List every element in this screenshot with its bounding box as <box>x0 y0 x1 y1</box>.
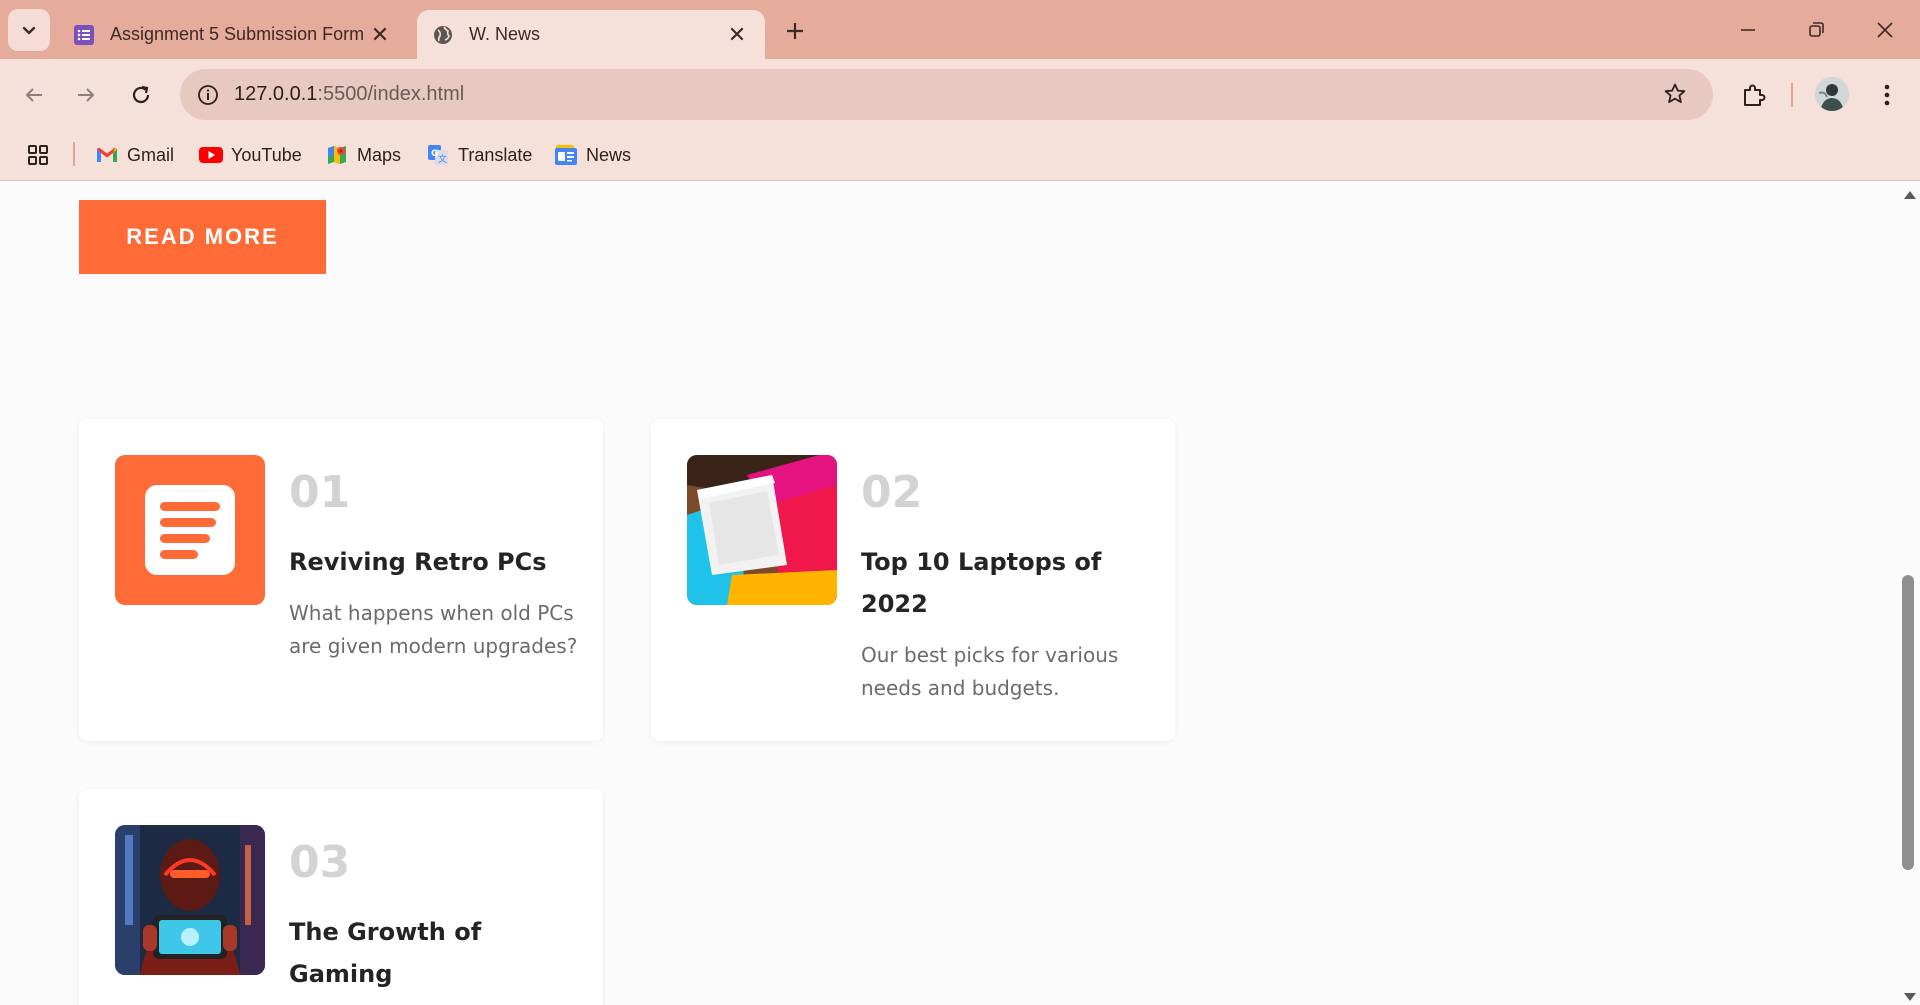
card-title[interactable]: The Growth of Gaming <box>289 911 579 995</box>
tab-strip: Assignment 5 Submission Form ✕ W. News ✕ <box>0 0 1920 59</box>
gaming-photo <box>115 825 265 975</box>
puzzle-icon <box>1744 84 1766 106</box>
maps-icon <box>325 143 349 167</box>
tab-w-news[interactable]: W. News ✕ <box>417 10 765 59</box>
url-text: 127.0.0.1:5500/index.html <box>234 83 464 106</box>
bookmark-translate[interactable]: G文 Translate <box>426 140 532 170</box>
card-number: 03 <box>289 837 351 888</box>
close-icon[interactable]: ✕ <box>366 21 394 49</box>
extensions-button[interactable] <box>1734 75 1774 115</box>
tab-title: Assignment 5 Submission Form <box>110 24 365 44</box>
site-info-icon[interactable] <box>194 81 222 109</box>
page-viewport: READ MORE 01 Reviving Retro PCs What hap… <box>0 182 1900 1005</box>
news-icon <box>554 143 578 167</box>
close-window-button[interactable] <box>1862 8 1908 52</box>
back-button[interactable] <box>14 75 54 115</box>
card-number: 02 <box>861 467 923 518</box>
bookmark-gmail[interactable]: Gmail <box>95 140 174 170</box>
translate-icon: G文 <box>426 143 450 167</box>
card-number: 01 <box>289 467 351 518</box>
read-more-button[interactable]: READ MORE <box>79 200 326 274</box>
card-title[interactable]: Top 10 Laptops of 2022 <box>861 541 1151 625</box>
minimize-icon <box>1741 29 1755 31</box>
forward-button[interactable] <box>66 75 106 115</box>
google-forms-icon <box>72 23 96 47</box>
profile-avatar[interactable] <box>1815 77 1849 111</box>
bookmark-maps[interactable]: Maps <box>325 140 401 170</box>
bookmark-star-icon[interactable] <box>1661 80 1689 108</box>
tab-title: W. News <box>469 24 541 44</box>
card-title[interactable]: Reviving Retro PCs <box>289 541 579 583</box>
bookmark-label: Translate <box>458 144 533 165</box>
bookmark-news[interactable]: News <box>554 140 631 170</box>
reload-icon <box>132 85 150 104</box>
restore-button[interactable] <box>1793 8 1839 52</box>
new-tab-button[interactable] <box>778 14 812 48</box>
plus-icon <box>787 23 803 39</box>
article-card[interactable]: 03 The Growth of Gaming <box>79 789 603 1005</box>
toolbar-divider <box>1791 83 1793 107</box>
bookmark-youtube[interactable]: YouTube <box>199 140 302 170</box>
bookmark-label: Gmail <box>127 144 175 165</box>
scrollbar-thumb[interactable] <box>1902 575 1914 870</box>
svg-text:文: 文 <box>438 153 447 165</box>
address-bar[interactable]: 127.0.0.1:5500/index.html <box>180 69 1713 120</box>
apps-grid-icon <box>26 143 50 167</box>
article-card[interactable]: 01 Reviving Retro PCs What happens when … <box>79 419 603 741</box>
tab-search-button[interactable] <box>8 9 50 51</box>
article-card[interactable]: 02 Top 10 Laptops of 2022 Our best picks… <box>651 419 1175 741</box>
bookmark-label: Maps <box>357 144 402 165</box>
url-path: :5500/index.html <box>317 83 465 105</box>
bookmarks-bar: Gmail YouTube Maps G文 Translate News <box>0 130 1920 181</box>
close-icon[interactable]: ✕ <box>723 21 751 49</box>
browser-menu-button[interactable] <box>1867 75 1907 115</box>
more-vertical-icon <box>1884 84 1890 106</box>
card-description: Our best picks for various needs and bud… <box>861 643 1119 700</box>
restore-icon <box>1809 22 1824 37</box>
document-icon <box>115 455 265 605</box>
chevron-down-icon <box>22 26 36 35</box>
globe-icon <box>431 23 455 47</box>
apps-button[interactable] <box>26 140 58 170</box>
bookmark-label: YouTube <box>231 144 302 165</box>
url-host: 127.0.0.1 <box>234 83 318 105</box>
bookmark-label: News <box>586 144 632 165</box>
browser-toolbar: 127.0.0.1:5500/index.html <box>0 59 1920 130</box>
reload-button[interactable] <box>121 75 161 115</box>
youtube-icon <box>199 143 223 167</box>
tab-assignment-form[interactable]: Assignment 5 Submission Form ✕ <box>56 10 408 59</box>
bookmarks-divider <box>73 142 75 166</box>
laptops-photo <box>687 455 837 605</box>
arrow-left-icon <box>25 88 42 102</box>
gmail-icon <box>95 143 119 167</box>
close-icon <box>1877 22 1893 38</box>
minimize-button[interactable] <box>1725 8 1771 52</box>
card-description: What happens when old PCs are given mode… <box>289 601 578 658</box>
arrow-right-icon <box>78 88 95 102</box>
